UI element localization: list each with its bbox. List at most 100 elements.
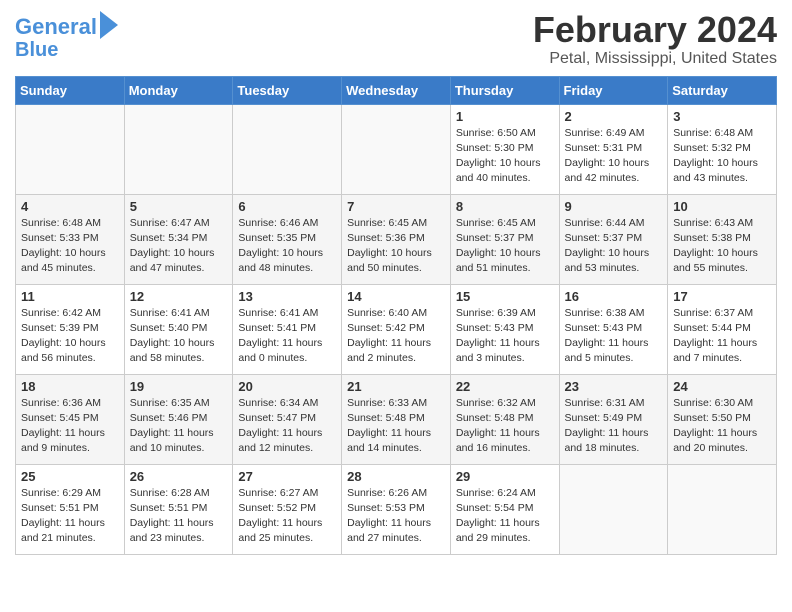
calendar-cell: 2 Sunrise: 6:49 AM Sunset: 5:31 PM Daylig… [559, 104, 668, 194]
day-info: Sunrise: 6:30 AM Sunset: 5:50 PM Dayligh… [673, 396, 771, 457]
column-header-monday: Monday [124, 76, 233, 104]
day-number: 17 [673, 289, 771, 304]
calendar-cell: 10 Sunrise: 6:43 AM Sunset: 5:38 PM Dayli… [668, 194, 777, 284]
calendar-cell [16, 104, 125, 194]
day-info: Sunrise: 6:41 AM Sunset: 5:40 PM Dayligh… [130, 306, 228, 367]
day-number: 12 [130, 289, 228, 304]
day-info: Sunrise: 6:31 AM Sunset: 5:49 PM Dayligh… [565, 396, 663, 457]
calendar-week-row: 1Sunrise: 6:50 AM Sunset: 5:30 PM Daylig… [16, 104, 777, 194]
calendar-cell: 27Sunrise: 6:27 AM Sunset: 5:52 PM Dayli… [233, 464, 342, 554]
day-info: Sunrise: 6:24 AM Sunset: 5:54 PM Dayligh… [456, 486, 554, 547]
logo: General Blue [15, 15, 118, 61]
calendar-cell: 22 Sunrise: 6:32 AM Sunset: 5:48 PM Dayli… [450, 374, 559, 464]
day-number: 19 [130, 379, 228, 394]
calendar-cell: 9 Sunrise: 6:44 AM Sunset: 5:37 PM Daylig… [559, 194, 668, 284]
day-number: 11 [21, 289, 119, 304]
day-info: Sunrise: 6:29 AM Sunset: 5:51 PM Dayligh… [21, 486, 119, 547]
day-info: Sunrise: 6:43 AM Sunset: 5:38 PM Dayligh… [673, 216, 771, 277]
calendar-cell: 21Sunrise: 6:33 AM Sunset: 5:48 PM Dayli… [342, 374, 451, 464]
day-info: Sunrise: 6:42 AM Sunset: 5:39 PM Dayligh… [21, 306, 119, 367]
day-number: 13 [238, 289, 336, 304]
calendar-cell: 14 Sunrise: 6:40 AM Sunset: 5:42 PM Dayli… [342, 284, 451, 374]
calendar-cell [342, 104, 451, 194]
calendar-cell: 3 Sunrise: 6:48 AM Sunset: 5:32 PM Daylig… [668, 104, 777, 194]
column-header-wednesday: Wednesday [342, 76, 451, 104]
calendar-cell: 4 Sunrise: 6:48 AM Sunset: 5:33 PM Daylig… [16, 194, 125, 284]
calendar-cell: 28 Sunrise: 6:26 AM Sunset: 5:53 PM Dayli… [342, 464, 451, 554]
day-number: 14 [347, 289, 445, 304]
day-number: 3 [673, 109, 771, 124]
day-number: 15 [456, 289, 554, 304]
calendar-week-row: 4 Sunrise: 6:48 AM Sunset: 5:33 PM Daylig… [16, 194, 777, 284]
day-info: Sunrise: 6:48 AM Sunset: 5:33 PM Dayligh… [21, 216, 119, 277]
day-info: Sunrise: 6:41 AM Sunset: 5:41 PM Dayligh… [238, 306, 336, 367]
day-info: Sunrise: 6:40 AM Sunset: 5:42 PM Dayligh… [347, 306, 445, 367]
page-title: February 2024 [533, 10, 777, 50]
day-info: Sunrise: 6:28 AM Sunset: 5:51 PM Dayligh… [130, 486, 228, 547]
day-info: Sunrise: 6:26 AM Sunset: 5:53 PM Dayligh… [347, 486, 445, 547]
calendar-cell: 12 Sunrise: 6:41 AM Sunset: 5:40 PM Dayli… [124, 284, 233, 374]
day-number: 8 [456, 199, 554, 214]
day-info: Sunrise: 6:33 AM Sunset: 5:48 PM Dayligh… [347, 396, 445, 457]
calendar-header-row: SundayMondayTuesdayWednesdayThursdayFrid… [16, 76, 777, 104]
day-number: 22 [456, 379, 554, 394]
day-number: 26 [130, 469, 228, 484]
day-number: 18 [21, 379, 119, 394]
calendar-cell: 8 Sunrise: 6:45 AM Sunset: 5:37 PM Daylig… [450, 194, 559, 284]
calendar-cell: 25 Sunrise: 6:29 AM Sunset: 5:51 PM Dayli… [16, 464, 125, 554]
day-info: Sunrise: 6:37 AM Sunset: 5:44 PM Dayligh… [673, 306, 771, 367]
day-number: 20 [238, 379, 336, 394]
day-info: Sunrise: 6:44 AM Sunset: 5:37 PM Dayligh… [565, 216, 663, 277]
column-header-saturday: Saturday [668, 76, 777, 104]
day-info: Sunrise: 6:49 AM Sunset: 5:31 PM Dayligh… [565, 126, 663, 187]
day-number: 24 [673, 379, 771, 394]
day-info: Sunrise: 6:36 AM Sunset: 5:45 PM Dayligh… [21, 396, 119, 457]
column-header-friday: Friday [559, 76, 668, 104]
day-info: Sunrise: 6:47 AM Sunset: 5:34 PM Dayligh… [130, 216, 228, 277]
header: General Blue February 2024 Petal, Missis… [15, 10, 777, 68]
calendar-cell: 5 Sunrise: 6:47 AM Sunset: 5:34 PM Daylig… [124, 194, 233, 284]
day-number: 25 [21, 469, 119, 484]
day-number: 6 [238, 199, 336, 214]
calendar-week-row: 25 Sunrise: 6:29 AM Sunset: 5:51 PM Dayli… [16, 464, 777, 554]
day-number: 4 [21, 199, 119, 214]
calendar-cell: 26 Sunrise: 6:28 AM Sunset: 5:51 PM Dayli… [124, 464, 233, 554]
calendar-cell: 16Sunrise: 6:38 AM Sunset: 5:43 PM Dayli… [559, 284, 668, 374]
calendar-cell: 6 Sunrise: 6:46 AM Sunset: 5:35 PM Daylig… [233, 194, 342, 284]
page-subtitle: Petal, Mississippi, United States [533, 50, 777, 68]
calendar-cell: 7Sunrise: 6:45 AM Sunset: 5:36 PM Daylig… [342, 194, 451, 284]
calendar-cell: 17 Sunrise: 6:37 AM Sunset: 5:44 PM Dayli… [668, 284, 777, 374]
logo-arrow-icon [100, 11, 118, 39]
calendar-cell: 1Sunrise: 6:50 AM Sunset: 5:30 PM Daylig… [450, 104, 559, 194]
day-info: Sunrise: 6:34 AM Sunset: 5:47 PM Dayligh… [238, 396, 336, 457]
calendar-cell: 23 Sunrise: 6:31 AM Sunset: 5:49 PM Dayli… [559, 374, 668, 464]
calendar-cell [668, 464, 777, 554]
day-number: 29 [456, 469, 554, 484]
day-info: Sunrise: 6:45 AM Sunset: 5:37 PM Dayligh… [456, 216, 554, 277]
logo-text: General [15, 15, 97, 39]
calendar-cell: 29 Sunrise: 6:24 AM Sunset: 5:54 PM Dayli… [450, 464, 559, 554]
day-number: 28 [347, 469, 445, 484]
calendar-cell [233, 104, 342, 194]
day-info: Sunrise: 6:46 AM Sunset: 5:35 PM Dayligh… [238, 216, 336, 277]
day-info: Sunrise: 6:48 AM Sunset: 5:32 PM Dayligh… [673, 126, 771, 187]
calendar-cell [559, 464, 668, 554]
calendar-cell: 13 Sunrise: 6:41 AM Sunset: 5:41 PM Dayli… [233, 284, 342, 374]
day-number: 2 [565, 109, 663, 124]
day-number: 9 [565, 199, 663, 214]
day-number: 5 [130, 199, 228, 214]
day-info: Sunrise: 6:32 AM Sunset: 5:48 PM Dayligh… [456, 396, 554, 457]
day-info: Sunrise: 6:35 AM Sunset: 5:46 PM Dayligh… [130, 396, 228, 457]
day-number: 10 [673, 199, 771, 214]
day-number: 16 [565, 289, 663, 304]
calendar-cell: 18 Sunrise: 6:36 AM Sunset: 5:45 PM Dayli… [16, 374, 125, 464]
calendar-cell [124, 104, 233, 194]
calendar-week-row: 11 Sunrise: 6:42 AM Sunset: 5:39 PM Dayli… [16, 284, 777, 374]
logo-blue-text: Blue [15, 39, 58, 61]
column-header-sunday: Sunday [16, 76, 125, 104]
calendar-cell: 24 Sunrise: 6:30 AM Sunset: 5:50 PM Dayli… [668, 374, 777, 464]
day-info: Sunrise: 6:50 AM Sunset: 5:30 PM Dayligh… [456, 126, 554, 187]
calendar-table: SundayMondayTuesdayWednesdayThursdayFrid… [15, 76, 777, 555]
day-info: Sunrise: 6:27 AM Sunset: 5:52 PM Dayligh… [238, 486, 336, 547]
day-number: 23 [565, 379, 663, 394]
